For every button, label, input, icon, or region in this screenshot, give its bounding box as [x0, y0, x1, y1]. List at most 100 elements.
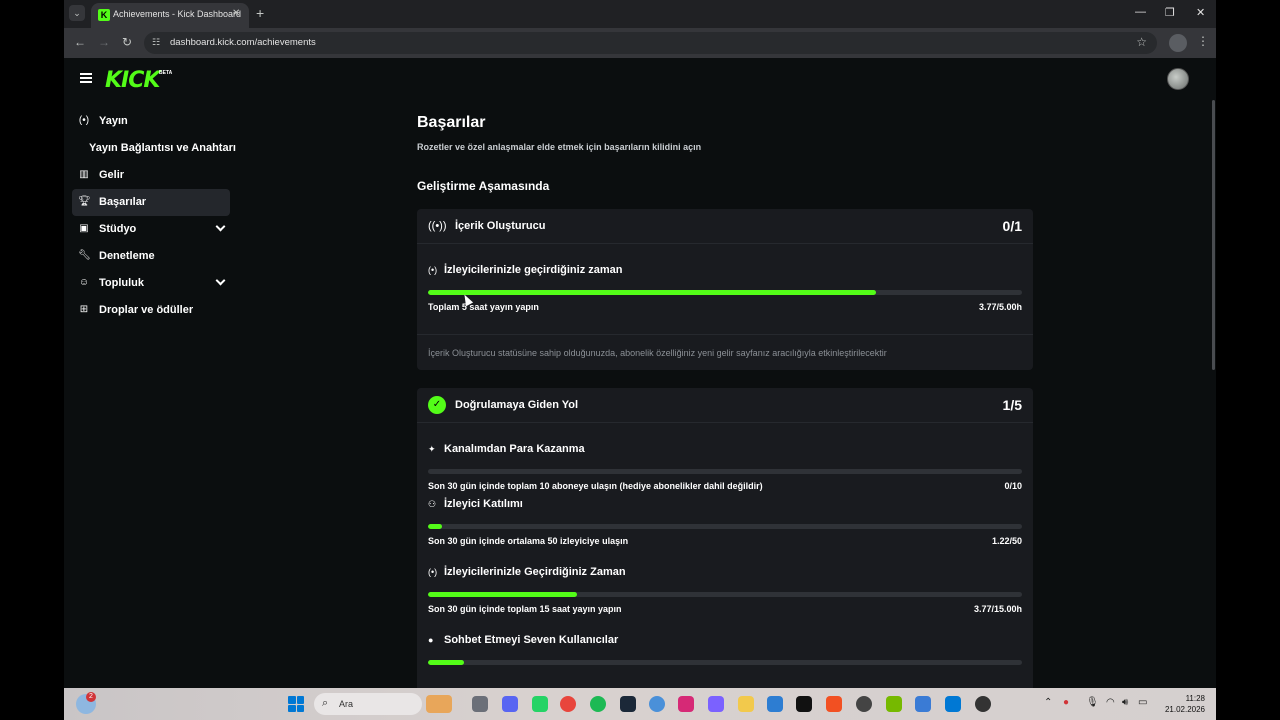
sidebar-item-label: Yayın: [99, 115, 128, 127]
task-value: 3.77/15.00h: [973, 604, 1022, 614]
task-title: Sohbet Etmeyi Seven Kullanıcılar: [444, 634, 619, 646]
card-title: İçerik Oluşturucu: [455, 220, 546, 232]
bookmark-star-icon[interactable]: ☆: [1136, 35, 1147, 49]
progress-bar: [428, 660, 1022, 665]
sidebar-item-studyo[interactable]: ▣ Stüdyo: [72, 216, 230, 243]
browser-tab[interactable]: K Achievements - Kick Dashboard ✕: [91, 3, 249, 28]
sidebar-item-droplar[interactable]: ⊞ Droplar ve ödüller: [72, 297, 230, 324]
sidebar-item-yayin[interactable]: (•) Yayın: [72, 108, 230, 135]
sidebar-item-gelir[interactable]: ▥ Gelir: [72, 162, 230, 189]
chrome-icon[interactable]: [560, 696, 576, 712]
achievement-card-verification: ✓ Doğrulamaya Giden Yol 1/5 ✦ Kanalımdan…: [417, 388, 1033, 688]
notification-badge: 2: [86, 692, 96, 702]
page-scrollbar[interactable]: [1212, 100, 1215, 370]
sparkle-icon: ✦: [428, 444, 436, 454]
task-value: 1.22/50: [991, 536, 1022, 546]
card-count: 0/1: [1002, 218, 1022, 234]
kick-favicon-icon: K: [98, 9, 110, 21]
sidebar-item-label: Topluluk: [99, 277, 145, 289]
sidebar: (•) Yayın Yayın Bağlantısı ve Anahtarı ▥…: [72, 108, 236, 324]
task-description: Son 30 gün içinde ortalama 50 izleyiciye…: [428, 536, 629, 546]
file-explorer-icon[interactable]: [738, 696, 754, 712]
search-placeholder: Ara: [339, 699, 354, 709]
broadcast-icon: (•): [428, 265, 438, 275]
vscode-icon[interactable]: [945, 696, 961, 712]
sidebar-item-stream-key[interactable]: Yayın Bağlantısı ve Anahtarı: [72, 135, 236, 162]
task-item: ✦ Kanalımdan Para Kazanma Son 30 gün içi…: [417, 423, 1033, 491]
sidebar-item-label: Yayın Bağlantısı ve Anahtarı: [89, 142, 236, 154]
address-bar[interactable]: ☷ dashboard.kick.com/achievements ☆: [144, 32, 1157, 54]
chevron-down-icon[interactable]: [215, 221, 226, 232]
browser-menu-icon[interactable]: ⋮: [1197, 34, 1209, 48]
users-icon: ⚇: [428, 499, 437, 509]
gift-icon: ⊞: [79, 304, 89, 315]
chevron-down-icon[interactable]: [215, 275, 226, 286]
sidebar-item-topluluk[interactable]: ☺ Topluluk: [72, 270, 230, 297]
mail-icon[interactable]: [767, 696, 783, 712]
steam-icon[interactable]: [620, 696, 636, 712]
verified-badge-icon: ✓: [428, 396, 446, 414]
tray-app-icon[interactable]: ●: [1063, 697, 1069, 708]
menu-icon[interactable]: [80, 73, 92, 83]
avatar[interactable]: [1167, 68, 1189, 90]
minimize-icon[interactable]: —: [1135, 6, 1146, 18]
sidebar-item-denetleme[interactable]: 🔧︎ Denetleme: [72, 243, 230, 270]
reload-icon[interactable]: ↻: [122, 35, 132, 49]
restore-icon[interactable]: ❐: [1165, 6, 1175, 19]
task-item: (•) İzleyicilerinizle geçirdiğiniz zaman…: [417, 244, 1033, 334]
task-title: İzleyicilerinizle geçirdiğiniz zaman: [444, 264, 623, 276]
trophy-icon: 🏆︎: [78, 196, 91, 207]
store-icon[interactable]: [826, 696, 842, 712]
spotify-icon[interactable]: [590, 696, 606, 712]
microphone-icon[interactable]: 🎙︎: [1086, 697, 1099, 708]
search-icon: ⌕: [322, 697, 329, 709]
close-window-icon[interactable]: ✕: [1196, 6, 1205, 19]
photos-icon[interactable]: [915, 696, 931, 712]
app-icon[interactable]: [649, 696, 665, 712]
instagram-icon[interactable]: [678, 696, 694, 712]
discord-icon[interactable]: [502, 696, 518, 712]
clock[interactable]: 11:28 21.02.2026: [1153, 693, 1205, 715]
back-icon[interactable]: ←: [74, 35, 86, 49]
chat-icon: ●: [428, 635, 434, 645]
tiktok-icon[interactable]: [796, 696, 812, 712]
broadcast-icon: (•): [428, 567, 438, 577]
sidebar-item-label: Gelir: [99, 169, 125, 181]
new-tab-button[interactable]: +: [256, 5, 264, 21]
obs-icon[interactable]: [975, 696, 991, 712]
start-button[interactable]: [288, 696, 304, 712]
profile-extension-icon[interactable]: [1169, 34, 1187, 52]
nvidia-icon[interactable]: [886, 696, 902, 712]
chart-icon: ▥: [79, 169, 89, 180]
task-view-icon[interactable]: [472, 696, 488, 712]
site-settings-icon[interactable]: ☷: [152, 37, 163, 48]
studio-icon: ▣: [79, 223, 89, 234]
battery-icon[interactable]: ▭: [1138, 697, 1147, 708]
page-title: Başarılar: [417, 114, 486, 131]
progress-bar: [428, 290, 1022, 295]
wifi-icon[interactable]: ◠: [1106, 697, 1115, 708]
card-count: 1/5: [1002, 397, 1022, 413]
kick-logo[interactable]: KICK: [105, 68, 160, 93]
volume-icon[interactable]: 🔊︎: [1122, 697, 1128, 708]
task-title: İzleyicilerinizle Geçirdiğiniz Zaman: [444, 566, 626, 578]
url-text: dashboard.kick.com/achievements: [170, 37, 316, 48]
tab-search-button[interactable]: ⌄: [69, 5, 85, 21]
progress-bar: [428, 469, 1022, 474]
close-tab-icon[interactable]: ✕: [232, 8, 240, 19]
whatsapp-icon[interactable]: [532, 696, 548, 712]
taskbar-search[interactable]: ⌕ Ara: [314, 693, 452, 715]
beta-badge: BETA: [159, 70, 173, 76]
chevron-up-icon[interactable]: ⌃: [1044, 697, 1052, 708]
progress-fill: [428, 290, 876, 295]
task-description: Son 30 gün içinde toplam 10 aboneye ulaş…: [428, 481, 763, 491]
copilot-icon[interactable]: [708, 696, 724, 712]
community-icon: ☺: [78, 277, 90, 288]
settings-icon[interactable]: [856, 696, 872, 712]
sidebar-item-basarilar[interactable]: 🏆︎ Başarılar: [72, 189, 230, 216]
achievement-card-creator: ((•)) İçerik Oluşturucu 0/1 (•) İzleyici…: [417, 209, 1033, 370]
forward-icon[interactable]: →: [98, 35, 110, 49]
task-description: Son 30 gün içinde toplam 15 saat yayın y…: [428, 604, 622, 614]
tab-strip: ⌄ K Achievements - Kick Dashboard ✕ + — …: [64, 0, 1216, 28]
tab-title: Achievements - Kick Dashboard: [113, 9, 242, 19]
